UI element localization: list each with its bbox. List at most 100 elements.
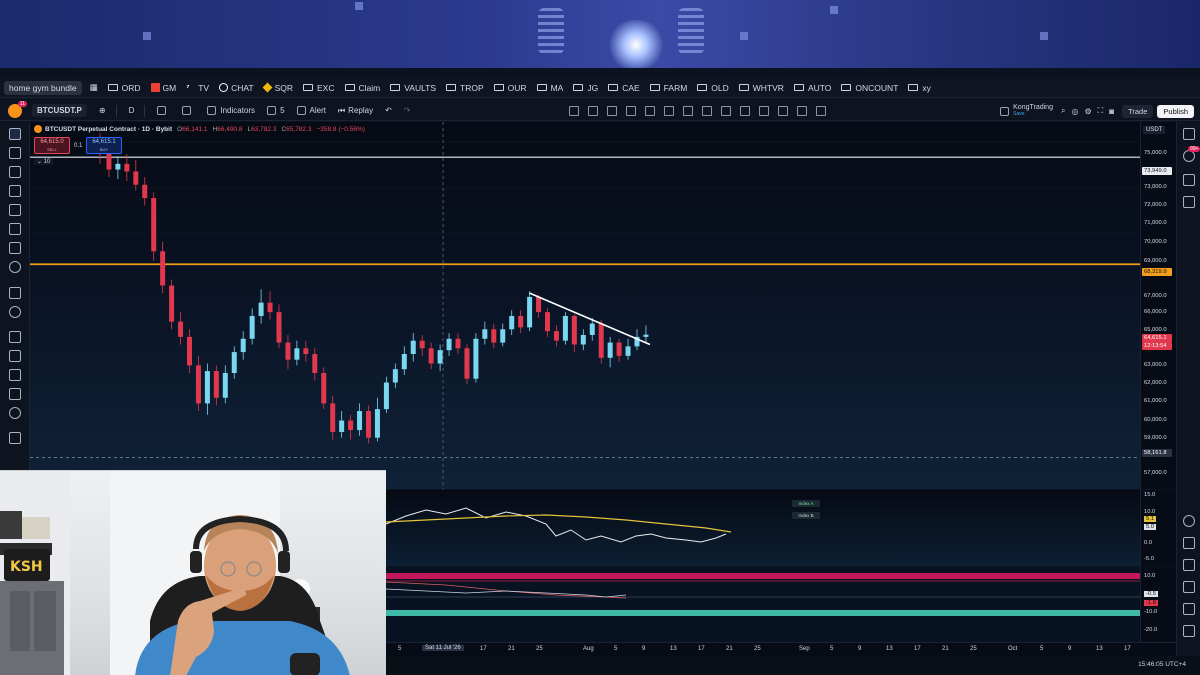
bookmark-ma[interactable]: MA [536,83,563,93]
bookmark-jg[interactable]: JG [573,83,598,93]
watchlist-icon[interactable] [1183,128,1195,140]
time-label: 13 [670,646,677,652]
fib-tool-icon[interactable] [702,105,713,116]
target-icon[interactable] [1183,515,1195,527]
legend-collapse-button[interactable]: ⌄ 10 [34,158,54,165]
indicator-pane-2[interactable] [386,567,1140,642]
layouts-button[interactable]: 5 [267,106,285,115]
sell-button[interactable]: 64,615.0 SELL [34,137,70,154]
price-label: 63,000.0 [1144,362,1167,368]
horizontal-line-tool-icon[interactable] [569,105,580,116]
add-symbol-icon[interactable]: ⊕ [99,106,106,115]
bookmark-vaults[interactable]: VAULTS [390,83,436,93]
zoom-icon[interactable] [9,306,21,318]
horizontal-ray-tool-icon[interactable] [607,105,618,116]
indicators-button[interactable]: Indicators [207,106,255,115]
notifications-bell-icon[interactable] [1183,603,1195,615]
note-tool-icon[interactable] [778,105,789,116]
bookmark-cae[interactable]: CAE [608,83,640,93]
brush-icon[interactable] [9,223,21,235]
trash-icon[interactable] [9,432,21,444]
publish-button[interactable]: Publish [1157,104,1194,118]
redo-button[interactable]: ↷ [404,106,411,115]
legend-ohlc-h: H66,490.8 [213,126,243,133]
emoji-icon[interactable] [9,261,21,273]
eye-icon[interactable] [9,388,21,400]
search-icon[interactable]: ⌕ [1061,106,1065,116]
fullscreen-icon[interactable]: ⛶ [1098,106,1104,116]
bookmark-gm[interactable]: GM [150,83,176,93]
rectangle-tool-icon[interactable] [664,105,675,116]
bookmark-sqr[interactable]: SQR [262,83,293,93]
layout-name-button[interactable]: KongTrading Save [1013,104,1053,118]
layers-icon[interactable] [1183,174,1195,186]
forecast-icon[interactable] [9,204,21,216]
crosshair-tool-icon[interactable] [9,128,21,140]
order-quantity[interactable]: 0.1 [74,143,82,149]
bookmark-oncount[interactable]: ONCOUNT [841,83,898,93]
bookmark-claim[interactable]: Claim [344,83,380,93]
indicator-1-scale[interactable]: 15.0 10.0 5.1 5.0 0.0 -5.0 [1140,490,1176,566]
profile-avatar[interactable]: 11 [8,100,27,118]
ideas-icon[interactable] [1183,537,1195,549]
bookmark-old[interactable]: OLD [697,83,729,93]
time-axis[interactable]: 5 Sat 11 Jul '26 17 21 25 Aug 5 9 13 17 21 25 Sep 5 9 1… [386,642,1176,656]
bookmark-farm[interactable]: FARM [649,83,687,93]
quick-search-icon[interactable]: ◎ [1071,107,1078,116]
buy-button[interactable]: 64,615.1 BUY [86,137,122,154]
magnet-icon[interactable] [9,331,21,343]
chart-canvas[interactable] [30,122,1140,489]
pattern-icon[interactable] [9,185,21,197]
stay-drawing-icon[interactable] [9,350,21,362]
bookmark-trop[interactable]: TROP [446,83,484,93]
object-tree-icon[interactable] [9,407,21,419]
help-icon[interactable] [1183,625,1195,637]
streams-icon[interactable] [1183,581,1195,593]
bookmark-our[interactable]: OUR [493,83,527,93]
fib-retracement-icon[interactable] [9,166,21,178]
line-style-icon[interactable] [182,106,195,115]
settings-gear-icon[interactable]: ⚙ [1084,107,1091,116]
trend-line-icon[interactable] [9,147,21,159]
ruler-icon[interactable] [9,287,21,299]
camera-icon[interactable]: ◙ [1109,107,1114,116]
position-tool-icon[interactable] [683,105,694,116]
clock[interactable]: 15:46:05 UTC+4 [1138,661,1186,668]
bookmark-chat[interactable]: CHAT [219,83,254,93]
text-icon[interactable] [9,242,21,254]
undo-button[interactable]: ↶ [385,106,392,115]
brush-tool-icon[interactable] [626,105,637,116]
pattern-tool-icon[interactable] [740,105,751,116]
news-icon[interactable] [1183,196,1195,208]
folder-icon [536,84,547,91]
pitchfork-tool-icon[interactable] [721,105,732,116]
bookmark-ord[interactable]: ORD [107,83,141,93]
currency-selector[interactable]: USDT [1143,126,1166,134]
callout-tool-icon[interactable] [797,105,808,116]
bookmark-exc[interactable]: EXC [303,83,335,93]
bar-style-icon[interactable] [157,106,170,115]
text-tool-icon[interactable] [816,105,827,116]
symbol-search-button[interactable]: BTCUSDT.P [32,104,87,117]
bookmark-tv[interactable]: ⁷ TV [186,83,209,93]
apps-grid-icon[interactable]: ▦ [90,82,98,93]
trend-line-tool-icon[interactable] [588,105,599,116]
bookmark-xy[interactable]: xy [908,83,931,93]
replay-button[interactable]: ⏮ Replay [338,106,373,116]
price-scale[interactable]: USDT 75,000.0 73,000.0 72,000.0 71,000.0 70,… [1140,122,1176,489]
trade-button[interactable]: Trade [1122,104,1154,118]
indicator-2-scale[interactable]: 10.0 -0.5 -1.8 -10.0 -20.0 [1140,567,1176,642]
arrow-tool-icon[interactable] [759,105,770,116]
vertical-line-tool-icon[interactable] [645,105,656,116]
calendar-icon[interactable] [1183,559,1195,571]
layout-checkbox-icon[interactable] [1000,106,1010,116]
indicator-pane-1[interactable]: Index A Index B [386,490,1140,566]
bookmark-home-gym-bundle[interactable]: home gym bundle [4,80,82,95]
candle-body [616,342,622,356]
bookmark-whtvr[interactable]: WHTVR [738,83,784,93]
interval-button[interactable]: D [129,106,135,115]
lock-icon[interactable] [9,369,21,381]
main-chart[interactable]: BTCUSDT Perpetual Contract · 1D · Bybit … [30,122,1140,489]
bookmark-auto[interactable]: AUTO [793,83,831,93]
alert-button[interactable]: Alert [296,106,326,115]
